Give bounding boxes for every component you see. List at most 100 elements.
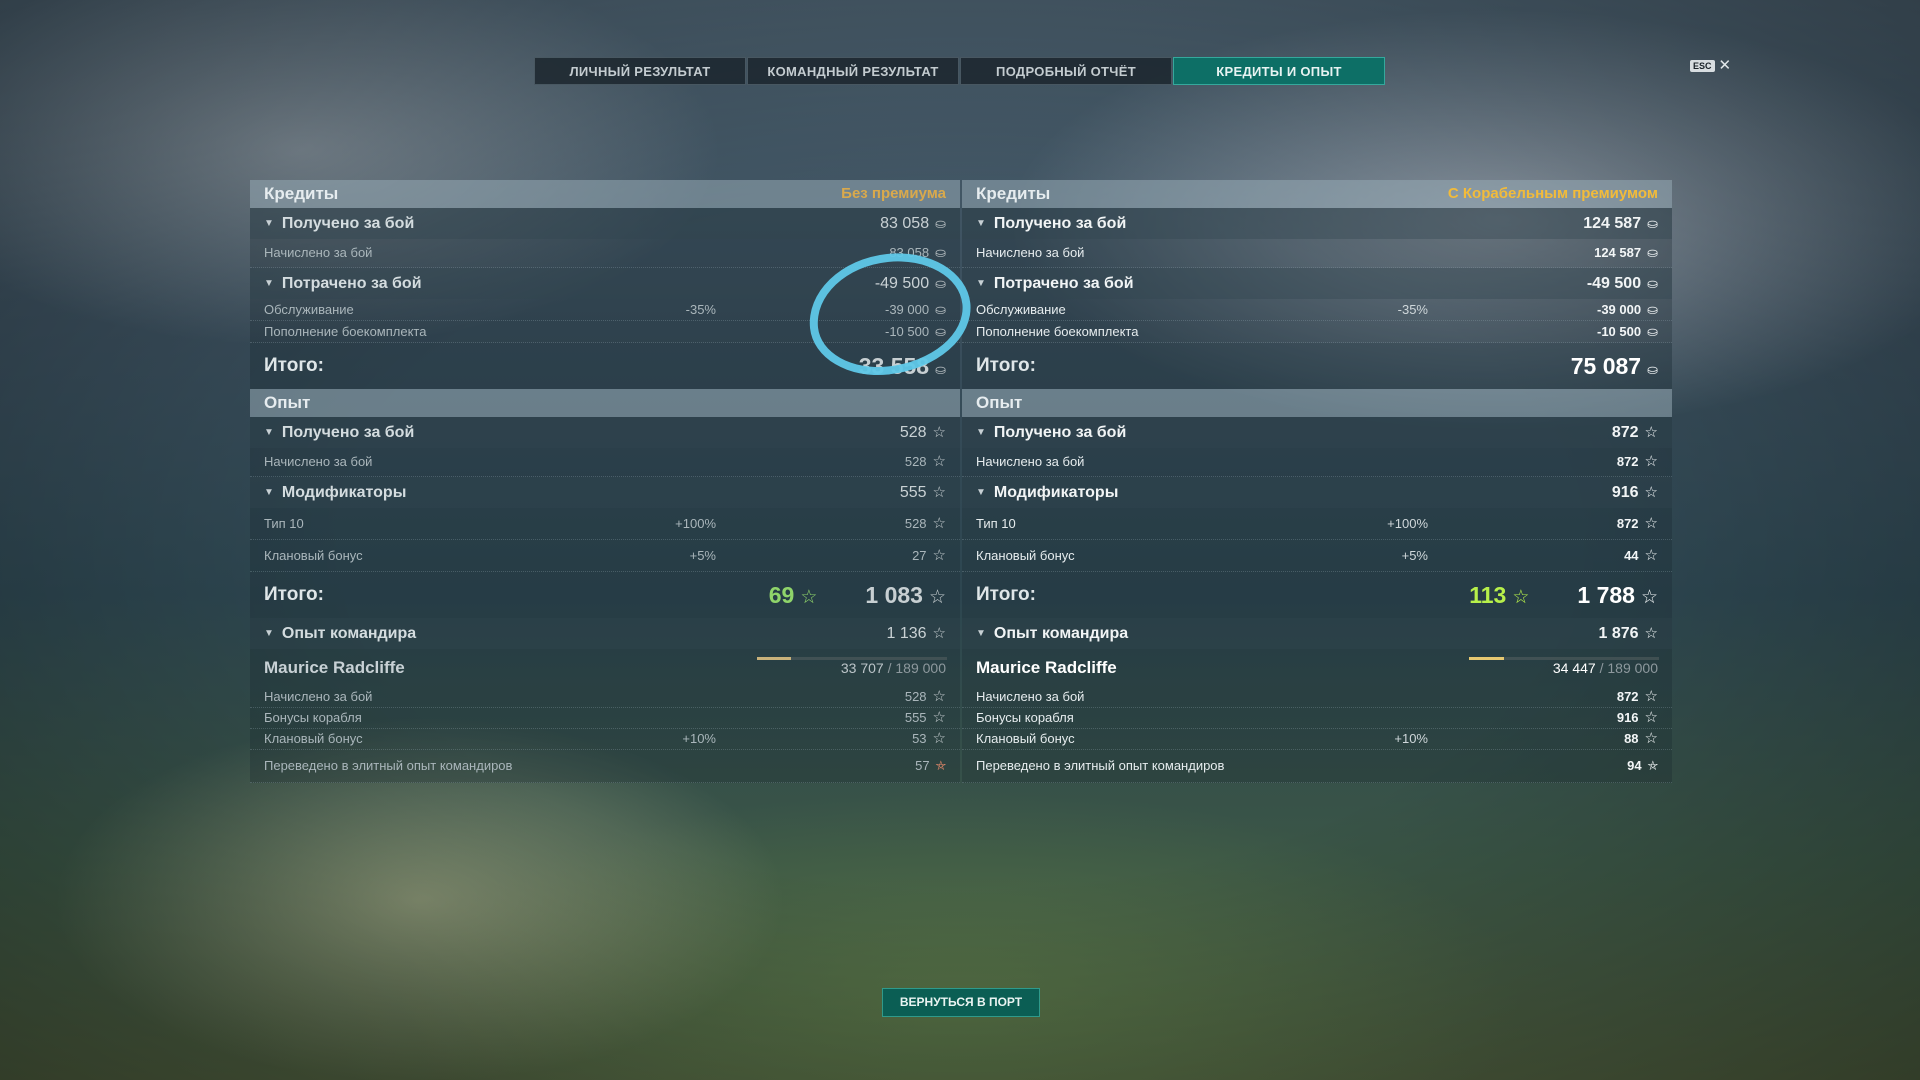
xp-accrued-row: Начислено за бой 528 ☆ bbox=[250, 448, 960, 477]
tab-personal-result[interactable]: ЛИЧНЫЙ РЕЗУЛЬТАТ bbox=[534, 57, 746, 85]
tier-value: 872 ☆ bbox=[1568, 508, 1658, 539]
commander-progress-fill bbox=[1469, 657, 1504, 660]
modifiers-section[interactable]: ▼ Модификаторы 555 ☆ bbox=[250, 477, 960, 508]
collapse-arrow-icon: ▼ bbox=[264, 487, 274, 498]
clan-bonus-label: Клановый бонус bbox=[264, 548, 363, 563]
clan-bonus-percent: +5% bbox=[689, 548, 716, 563]
xp-total-row: Итого: 69 ☆ 1 083 ☆ bbox=[250, 572, 960, 618]
return-to-port-button[interactable]: ВЕРНУТЬСЯ В ПОРТ bbox=[882, 988, 1040, 1017]
commander-clan-label: Клановый бонус bbox=[264, 731, 363, 746]
commander-progress-text: 34 447 / 189 000 bbox=[1552, 660, 1658, 676]
commander-progress-text: 33 707 / 189 000 bbox=[840, 660, 946, 676]
credits-earned-value: 83 058 ⛀ bbox=[856, 208, 946, 239]
ship-bonus-row: Бонусы корабля 555 ☆ bbox=[250, 708, 960, 729]
credits-icon: ⛀ bbox=[1647, 302, 1658, 317]
commander-xp-section[interactable]: ▼ Опыт командира 1 136 ☆ bbox=[250, 618, 960, 649]
star-icon: ☆ bbox=[1644, 547, 1658, 564]
xp-accrued-value: 528 ☆ bbox=[856, 448, 946, 476]
modifiers-value: 555 ☆ bbox=[856, 477, 946, 508]
commander-progress-fill bbox=[757, 657, 791, 660]
star-icon: ☆ bbox=[1644, 453, 1658, 470]
credits-earned-section[interactable]: ▼ Получено за бой 124 587 ⛀ bbox=[962, 208, 1672, 239]
ammo-value: -10 500 ⛀ bbox=[1568, 321, 1658, 342]
commander-name: Maurice Radcliffe bbox=[976, 658, 1117, 677]
commander-clan-value: 88 ☆ bbox=[1624, 730, 1658, 747]
xp-earned-label: Получено за бой bbox=[281, 424, 415, 441]
ship-bonus-value: 555 ☆ bbox=[904, 709, 946, 726]
tier-row: Тип 10 +100% 872 ☆ bbox=[962, 508, 1672, 540]
commander-accrued-row: Начислено за бой 528 ☆ bbox=[250, 687, 960, 708]
star-icon: ☆ bbox=[1644, 515, 1658, 532]
credits-icon: ⛀ bbox=[1647, 216, 1658, 231]
tab-credits-xp[interactable]: КРЕДИТЫ И ОПЫТ bbox=[1173, 57, 1385, 85]
credits-icon: ⛀ bbox=[1647, 362, 1658, 377]
credits-earned-section[interactable]: ▼ Получено за бой 83 058 ⛀ bbox=[250, 208, 960, 239]
tab-detailed-report[interactable]: ПОДРОБНЫЙ ОТЧЁТ bbox=[960, 57, 1172, 85]
credits-header: Кредиты Без премиума bbox=[250, 180, 960, 208]
clan-bonus-row: Клановый бонус +5% 27 ☆ bbox=[250, 540, 960, 572]
xp-earned-section[interactable]: ▼ Получено за бой 872 ☆ bbox=[962, 417, 1672, 448]
xp-earned-value: 528 ☆ bbox=[856, 417, 946, 448]
ship-bonus-row: Бонусы корабля 916 ☆ bbox=[962, 708, 1672, 729]
xp-accrued-label: Начислено за бой bbox=[264, 454, 373, 469]
commander-clan-label: Клановый бонус bbox=[976, 731, 1075, 746]
commander-accrued-label: Начислено за бой bbox=[976, 689, 1085, 704]
star-icon: ☆ bbox=[928, 587, 946, 608]
modifiers-section[interactable]: ▼ Модификаторы 916 ☆ bbox=[962, 477, 1672, 508]
commander-progress-bar bbox=[1469, 657, 1659, 660]
credits-spent-section[interactable]: ▼ Потрачено за бой -49 500 ⛀ bbox=[962, 268, 1672, 299]
tab-team-result[interactable]: КОМАНДНЫЙ РЕЗУЛЬТАТ bbox=[747, 57, 959, 85]
star-icon: ☆ bbox=[1640, 587, 1658, 608]
xp-total-value: 1 788 ☆ bbox=[1577, 572, 1658, 618]
commander-clan-percent: +10% bbox=[1394, 731, 1428, 746]
credits-accrued-label: Начислено за бой bbox=[264, 245, 373, 260]
service-row: Обслуживание -35% -39 000 ⛀ bbox=[962, 299, 1672, 321]
collapse-arrow-icon: ▼ bbox=[976, 218, 986, 229]
elite-xp-row: Переведено в элитный опыт командиров 57 ⛤ bbox=[250, 750, 960, 783]
credits-total-row: Итого: 75 087 ⛀ bbox=[962, 343, 1672, 389]
star-icon: ☆ bbox=[1644, 709, 1658, 726]
commander-progress-bar bbox=[757, 657, 947, 660]
ship-bonus-label: Бонусы корабля bbox=[264, 710, 362, 725]
commander-clan-row: Клановый бонус +10% 53 ☆ bbox=[250, 729, 960, 750]
tier-value: 528 ☆ bbox=[856, 508, 946, 539]
commander-name: Maurice Radcliffe bbox=[264, 658, 405, 677]
star-icon: ☆ bbox=[932, 453, 946, 470]
commander-xp-section[interactable]: ▼ Опыт командира 1 876 ☆ bbox=[962, 618, 1672, 649]
xp-title: Опыт bbox=[264, 393, 311, 412]
clan-bonus-value: 27 ☆ bbox=[856, 540, 946, 571]
service-label: Обслуживание bbox=[976, 302, 1066, 317]
xp-earned-section[interactable]: ▼ Получено за бой 528 ☆ bbox=[250, 417, 960, 448]
xp-title: Опыт bbox=[976, 393, 1023, 412]
xp-accrued-label: Начислено за бой bbox=[976, 454, 1085, 469]
credits-earned-label: Получено за бой bbox=[993, 215, 1127, 232]
credits-earned-value: 124 587 ⛀ bbox=[1568, 208, 1658, 239]
elite-xp-icon: ⛤ bbox=[1647, 758, 1658, 773]
service-percent: -35% bbox=[685, 302, 716, 317]
credits-spent-label: Потрачено за бой bbox=[993, 275, 1134, 292]
tier-percent: +100% bbox=[675, 516, 716, 531]
credits-icon: ⛀ bbox=[1647, 245, 1658, 260]
credits-total-value: 75 087 ⛀ bbox=[1571, 343, 1658, 389]
no-premium-label: Без премиума bbox=[841, 185, 946, 202]
star-icon: ☆ bbox=[1644, 625, 1658, 642]
commander-accrued-row: Начислено за бой 872 ☆ bbox=[962, 687, 1672, 708]
credits-total-label: Итого: bbox=[264, 355, 324, 376]
xp-accrued-value: 872 ☆ bbox=[1568, 448, 1658, 476]
credits-icon: ⛀ bbox=[935, 216, 946, 231]
esc-close-button[interactable]: ESC ✕ bbox=[1690, 58, 1731, 73]
collapse-arrow-icon: ▼ bbox=[264, 427, 274, 438]
credits-icon: ⛀ bbox=[1647, 276, 1658, 291]
esc-key-icon: ESC bbox=[1690, 60, 1715, 72]
ship-bonus-label: Бонусы корабля bbox=[976, 710, 1074, 725]
xp-header: Опыт bbox=[962, 389, 1672, 417]
modifiers-value: 916 ☆ bbox=[1568, 477, 1658, 508]
credits-icon: ⛀ bbox=[1647, 324, 1658, 339]
clan-bonus-percent: +5% bbox=[1401, 548, 1428, 563]
modifiers-label: Модификаторы bbox=[993, 484, 1119, 501]
ammo-label: Пополнение боекомплекта bbox=[976, 324, 1139, 339]
commander-accrued-value: 528 ☆ bbox=[904, 688, 946, 705]
star-icon: ☆ bbox=[1644, 424, 1658, 441]
collapse-arrow-icon: ▼ bbox=[976, 628, 986, 639]
tier-percent: +100% bbox=[1387, 516, 1428, 531]
